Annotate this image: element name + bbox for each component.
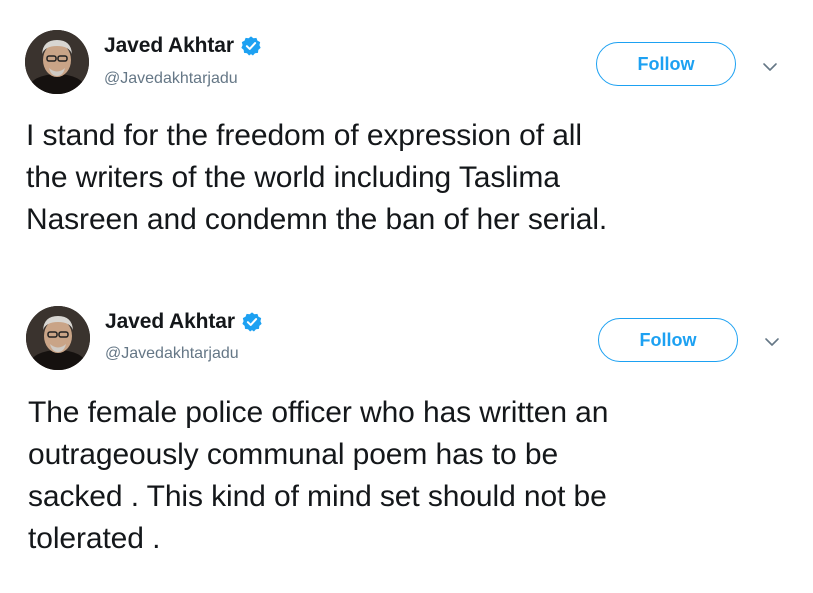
avatar[interactable]: [26, 306, 90, 370]
display-name[interactable]: Javed Akhtar: [104, 34, 234, 58]
chevron-down-icon[interactable]: [762, 62, 778, 72]
tweet-text: The female police officer who has writte…: [28, 392, 798, 560]
tweet-text-line: Nasreen and condemn the ban of her seria…: [26, 203, 608, 236]
display-name-row: Javed Akhtar: [105, 310, 263, 334]
profile-photo-icon: [26, 306, 90, 370]
tweet-text-line: sacked . This kind of mind set should no…: [28, 480, 607, 513]
tweet-text-line: outrageously communal poem has to be: [28, 438, 559, 471]
profile-photo-icon: [25, 30, 89, 94]
tweet-text-line: the writers of the world including Tasli…: [26, 161, 560, 194]
tweet-text: I stand for the freedom of expression of…: [26, 115, 796, 241]
chevron-down-icon[interactable]: [764, 337, 780, 347]
avatar[interactable]: [25, 30, 89, 94]
verified-badge-icon: [241, 36, 261, 56]
tweet-card: Javed Akhtar @Javedakhtarjadu Follow I s…: [0, 0, 813, 275]
display-name[interactable]: Javed Akhtar: [105, 310, 235, 334]
display-name-row: Javed Akhtar: [104, 34, 262, 58]
tweet-text-line: I stand for the freedom of expression of…: [26, 119, 582, 152]
tweet-text-line: The female police officer who has writte…: [28, 396, 609, 429]
tweet-text-line: tolerated .: [28, 522, 161, 555]
verified-badge-icon: [242, 312, 262, 332]
tweet-card: Javed Akhtar @Javedakhtarjadu Follow The…: [0, 275, 813, 593]
follow-button[interactable]: Follow: [596, 42, 736, 86]
follow-button[interactable]: Follow: [598, 318, 738, 362]
user-handle[interactable]: @Javedakhtarjadu: [105, 345, 239, 363]
user-handle[interactable]: @Javedakhtarjadu: [104, 70, 238, 88]
